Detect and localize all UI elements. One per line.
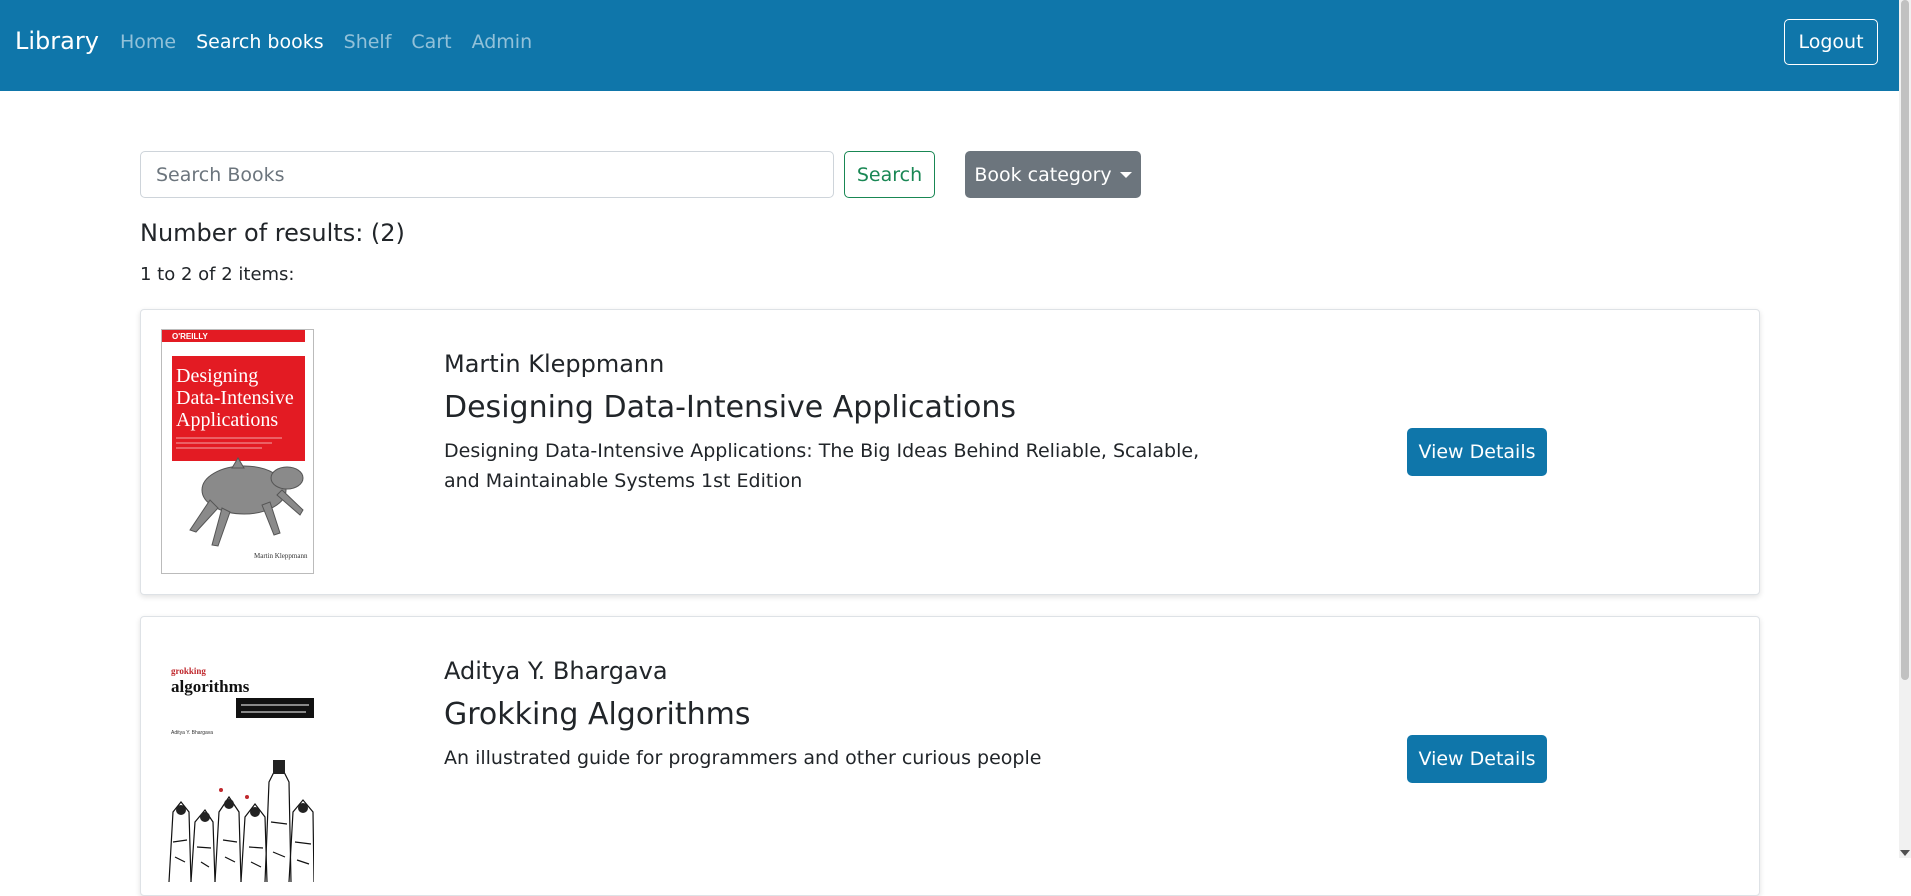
book-author: Martin Kleppmann: [444, 350, 665, 378]
book-description: An illustrated guide for programmers and…: [444, 747, 1042, 769]
cover-title: algorithms: [171, 677, 250, 696]
caret-down-icon: [1119, 171, 1132, 178]
svg-text:Applications: Applications: [176, 409, 278, 431]
book-cover-art: O'REILLY Designing Data-Intensive Applic…: [162, 330, 313, 573]
cover-brand: grokking: [171, 666, 206, 676]
items-range: 1 to 2 of 2 items:: [140, 264, 295, 285]
nav-link-shelf[interactable]: Shelf: [344, 31, 392, 53]
cover-author: Martin Kleppmann: [254, 552, 308, 560]
nav-link-admin[interactable]: Admin: [472, 31, 533, 53]
navbar: Library Home Search books Shelf Cart Adm…: [0, 0, 1899, 91]
nav-link-home[interactable]: Home: [120, 31, 176, 53]
book-cover-image: grokking algorithms Aditya Y. Bhargava: [161, 662, 314, 882]
scroll-down-arrow-icon[interactable]: [1900, 850, 1910, 856]
logout-button[interactable]: Logout: [1784, 19, 1878, 65]
results-count: Number of results: (2): [140, 219, 405, 247]
search-button[interactable]: Search: [844, 151, 935, 198]
scrollbar-thumb[interactable]: [1901, 0, 1909, 680]
book-card: grokking algorithms Aditya Y. Bhargava A…: [140, 616, 1760, 896]
book-category-label: Book category: [974, 163, 1112, 186]
cover-publisher: O'REILLY: [172, 332, 209, 341]
view-details-button[interactable]: View Details: [1407, 428, 1547, 476]
svg-text:Designing: Designing: [176, 365, 258, 387]
book-cover-art: grokking algorithms Aditya Y. Bhargava: [161, 662, 314, 882]
book-author: Aditya Y. Bhargava: [444, 657, 668, 685]
brand-logo[interactable]: Library: [15, 27, 99, 55]
book-title: Grokking Algorithms: [444, 697, 751, 732]
search-input[interactable]: [140, 151, 834, 198]
nav-link-cart[interactable]: Cart: [411, 31, 451, 53]
svg-text:Data-Intensive: Data-Intensive: [176, 387, 294, 409]
book-cover-image: O'REILLY Designing Data-Intensive Applic…: [161, 329, 314, 574]
book-category-dropdown[interactable]: Book category: [965, 151, 1141, 198]
nav-links: Home Search books Shelf Cart Admin: [120, 31, 552, 53]
page-scrollbar[interactable]: [1899, 0, 1911, 858]
nav-link-search-books[interactable]: Search books: [196, 31, 324, 53]
book-description: Designing Data-Intensive Applications: T…: [444, 440, 1200, 492]
book-card: O'REILLY Designing Data-Intensive Applic…: [140, 309, 1760, 595]
view-details-button[interactable]: View Details: [1407, 735, 1547, 783]
book-title: Designing Data-Intensive Applications: [444, 390, 1017, 425]
cover-author: Aditya Y. Bhargava: [171, 730, 213, 736]
